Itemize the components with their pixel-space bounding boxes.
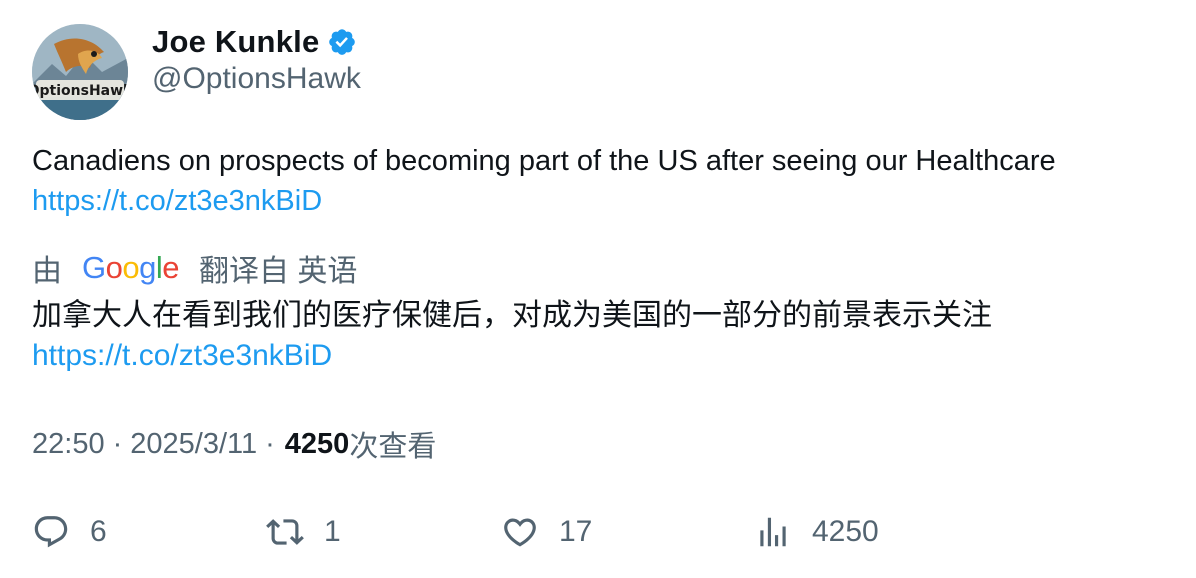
meta-separator: · <box>265 427 275 460</box>
translated-link[interactable]: https://t.co/zt3e3nkBiD <box>32 336 1172 376</box>
author-name-row: Joe Kunkle <box>152 22 357 62</box>
translated-text: 加拿大人在看到我们的医疗保健后，对成为美国的一部分的前景表示关注 <box>32 299 992 332</box>
heart-icon <box>504 518 536 547</box>
translation-suffix: 翻译自 英语 <box>199 255 358 288</box>
action-bar: 6 1 17 4250 <box>0 510 1196 554</box>
repost-icon <box>266 519 304 545</box>
tweet-time[interactable]: 22:50 <box>32 428 105 461</box>
avatar-image: OptionsHawk <box>32 24 128 120</box>
repost-count: 1 <box>324 515 341 548</box>
translated-body: 加拿大人在看到我们的医疗保健后，对成为美国的一部分的前景表示关注 https:/… <box>32 296 1172 376</box>
reply-icon <box>34 516 68 548</box>
translation-prefix: 由 <box>32 255 62 288</box>
author-display-name[interactable]: Joe Kunkle <box>152 24 319 60</box>
meta-separator: · <box>112 427 123 460</box>
tweet-body: Canadiens on prospects of becoming part … <box>32 141 1172 221</box>
avatar-text: OptionsHawk <box>32 83 128 99</box>
analytics-icon <box>760 517 786 547</box>
tweet-date[interactable]: 2025/3/11 <box>130 428 257 461</box>
views-action-count: 4250 <box>812 515 879 548</box>
verified-badge-icon <box>329 29 356 55</box>
reply-count: 6 <box>90 515 107 548</box>
tweet-link[interactable]: https://t.co/zt3e3nkBiD <box>32 181 1172 221</box>
google-logo[interactable]: Google <box>82 250 180 286</box>
avatar[interactable]: OptionsHawk <box>32 24 128 120</box>
translation-attribution: 由 Google 翻译自 英语 <box>32 247 357 289</box>
like-count: 17 <box>559 515 593 548</box>
tweet-meta: 22:50 · 2025/3/11 · 4250 次查看 <box>32 424 436 464</box>
reply-button[interactable]: 6 <box>32 510 107 554</box>
author-handle[interactable]: @OptionsHawk <box>152 62 361 96</box>
repost-button[interactable]: 1 <box>266 510 341 554</box>
views-button[interactable]: 4250 <box>754 510 879 554</box>
like-button[interactable]: 17 <box>501 510 592 554</box>
tweet-text: Canadiens on prospects of becoming part … <box>32 145 1056 177</box>
views-count: 4250 <box>284 427 350 460</box>
views-label: 次查看 <box>349 431 437 463</box>
